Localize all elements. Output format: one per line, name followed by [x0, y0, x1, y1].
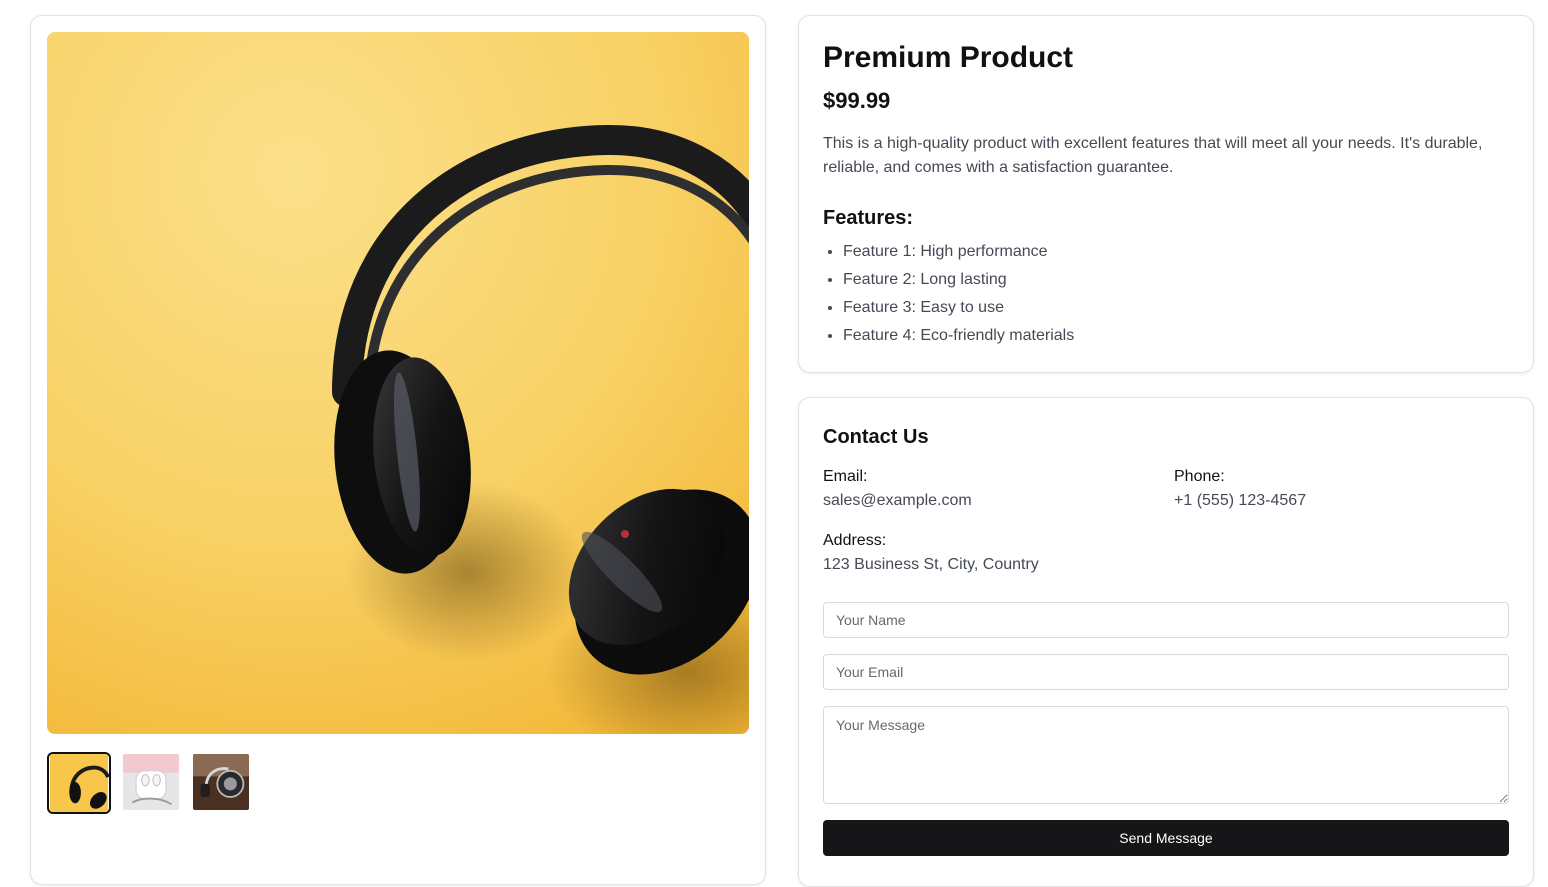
feature-item: Feature 2: Long lasting [843, 266, 1509, 294]
email-label: Email: [823, 468, 868, 485]
message-textarea[interactable] [823, 706, 1509, 804]
headphones-brown-thumbnail-icon [193, 754, 249, 810]
contact-card: Contact Us Email: sales@example.com Phon… [798, 397, 1534, 887]
address-info: Address: 123 Business St, City, Country [823, 529, 1039, 577]
name-input[interactable] [823, 602, 1509, 638]
address-label: Address: [823, 532, 887, 549]
earbuds-case-thumbnail-icon [123, 754, 179, 810]
main-product-image [47, 32, 749, 734]
email-info: Email: sales@example.com [823, 465, 972, 513]
features-list: Feature 1: High performance Feature 2: L… [823, 238, 1509, 350]
headphones-yellow-thumbnail-icon [50, 754, 109, 812]
thumbnail-2[interactable] [121, 752, 181, 812]
email-value: sales@example.com [823, 492, 972, 509]
thumbnail-3[interactable] [191, 752, 251, 812]
product-gallery [30, 15, 766, 885]
phone-label: Phone: [1174, 468, 1225, 485]
thumbnail-1[interactable] [47, 752, 111, 814]
contact-info: Email: sales@example.com Phone: +1 (555)… [823, 465, 1509, 575]
product-price: $99.99 [823, 88, 891, 113]
contact-heading: Contact Us [823, 426, 929, 448]
email-input[interactable] [823, 654, 1509, 690]
product-info-card: Premium Product $99.99 This is a high-qu… [798, 15, 1534, 373]
send-message-button[interactable]: Send Message [823, 820, 1509, 856]
product-title: Premium Product [823, 41, 1074, 74]
phone-info: Phone: +1 (555) 123-4567 [1174, 465, 1306, 513]
thumbnail-row [47, 752, 251, 814]
phone-value: +1 (555) 123-4567 [1174, 492, 1307, 509]
address-value: 123 Business St, City, Country [823, 556, 1039, 573]
headphones-image [47, 32, 749, 734]
product-description: This is a high-quality product with exce… [823, 135, 1483, 176]
feature-item: Feature 3: Easy to use [843, 294, 1509, 322]
features-heading: Features: [823, 207, 914, 229]
feature-item: Feature 4: Eco-friendly materials [843, 322, 1509, 350]
feature-item: Feature 1: High performance [843, 238, 1509, 266]
